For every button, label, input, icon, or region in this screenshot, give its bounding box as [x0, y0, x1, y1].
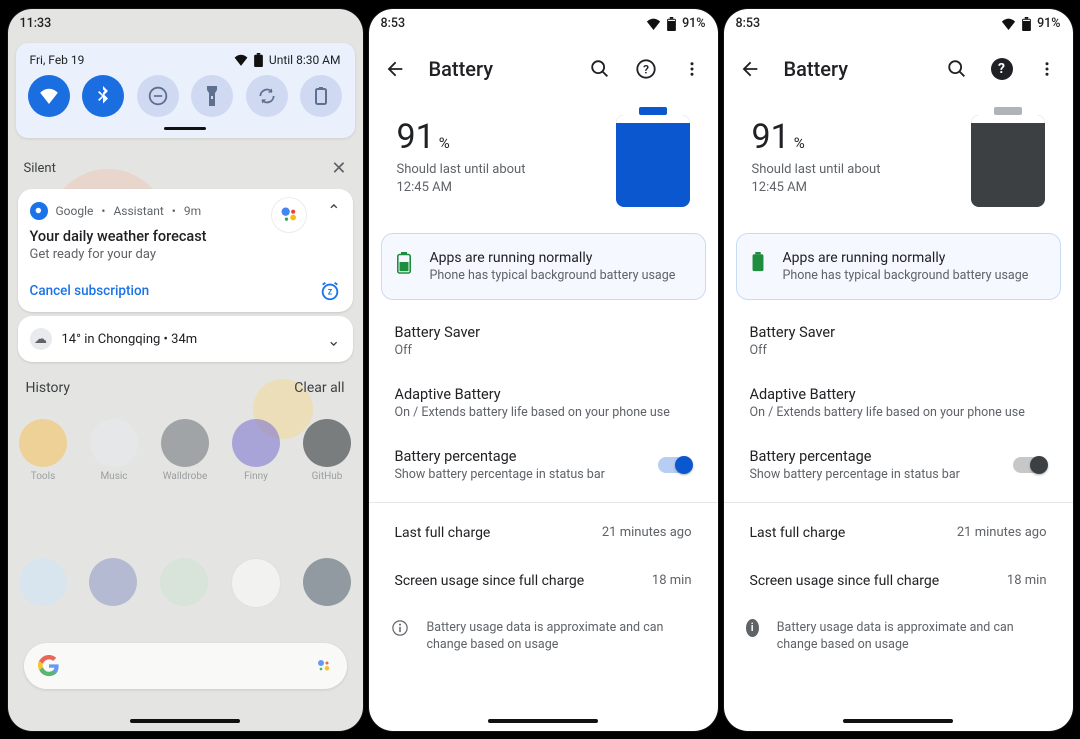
qs-until: Until 8:30 AM	[269, 53, 341, 67]
toggle-battery-percentage[interactable]	[658, 457, 692, 473]
qs-tile-dnd[interactable]	[137, 75, 179, 117]
search-icon[interactable]	[945, 57, 969, 81]
status-time: 8:53	[381, 16, 406, 31]
row-adaptive-battery[interactable]: Adaptive Battery On / Extends battery li…	[724, 372, 1073, 434]
card-sub: Phone has typical background battery usa…	[430, 268, 676, 283]
status-time: 8:53	[736, 16, 761, 31]
row-battery-percentage[interactable]: Battery percentage Show battery percenta…	[369, 434, 718, 496]
svg-text:?: ?	[643, 62, 649, 76]
row-battery-percentage[interactable]: Battery percentage Show battery percenta…	[724, 434, 1073, 496]
qs-tile-battery[interactable]	[300, 75, 342, 117]
overflow-icon[interactable]	[680, 57, 704, 81]
assistant-icon	[271, 197, 307, 233]
card-title: Apps are running normally	[430, 250, 676, 266]
qs-status-right: Until 8:30 AM	[234, 53, 341, 67]
page-title: Battery	[429, 57, 566, 81]
gesture-nav-bar[interactable]	[488, 719, 598, 723]
notif-body: Get ready for your day	[30, 247, 341, 262]
battery-icon	[254, 53, 263, 67]
row-last-full-charge: Last full charge 21 minutes ago	[369, 509, 718, 557]
battery-icon	[667, 17, 676, 31]
card-sub: Phone has typical background battery usa…	[783, 268, 1029, 283]
info-icon: i	[746, 619, 759, 637]
app-bar: Battery ?	[369, 39, 718, 99]
notif-action-cancel[interactable]: Cancel subscription	[30, 283, 150, 299]
row-adaptive-battery[interactable]: Adaptive Battery On / Extends battery li…	[369, 372, 718, 434]
search-icon[interactable]	[588, 57, 612, 81]
app-bar: Battery ?	[724, 39, 1073, 99]
battery-summary: 91% Should last until about12:45 AM	[724, 99, 1073, 233]
help-icon[interactable]: ?	[991, 58, 1013, 80]
quick-settings-panel[interactable]: Fri, Feb 19 Until 8:30 AM	[16, 43, 355, 139]
battery-ok-icon	[751, 252, 765, 272]
phone-battery-settings-dark: 8:53 91% Battery ? 91% Should last until…	[724, 9, 1073, 731]
status-pct: 91%	[682, 16, 705, 31]
qs-tile-flashlight[interactable]	[191, 75, 233, 117]
gesture-nav-bar[interactable]	[130, 719, 240, 723]
cloud-icon: ☁	[30, 328, 52, 350]
row-screen-usage: Screen usage since full charge 18 min	[724, 557, 1073, 605]
battery-large-icon	[971, 115, 1045, 207]
google-g-icon	[38, 655, 60, 677]
help-icon[interactable]: ?	[634, 57, 658, 81]
status-bar: 8:53 91%	[369, 9, 718, 39]
status-time: 11:33	[20, 16, 52, 31]
google-app-icon	[30, 202, 48, 220]
notif2-text: 14° in Chongqing • 34m	[62, 332, 198, 347]
page-title: Battery	[784, 57, 923, 81]
history-row: History Clear all	[8, 362, 363, 400]
history-label[interactable]: History	[26, 380, 71, 396]
qs-tile-bluetooth[interactable]	[82, 75, 124, 117]
row-screen-usage: Screen usage since full charge 18 min	[369, 557, 718, 605]
row-last-full-charge: Last full charge 21 minutes ago	[724, 509, 1073, 557]
notif-app: Google	[56, 204, 94, 218]
battery-pct: 91	[397, 117, 435, 157]
notification-weather-collapsed[interactable]: ☁ 14° in Chongqing • 34m ⌃	[18, 316, 353, 362]
overflow-icon[interactable]	[1035, 57, 1059, 81]
phone-battery-settings-blue: 8:53 91% Battery ? 91% Should last until…	[369, 9, 718, 731]
apps-normal-card[interactable]: Apps are running normally Phone has typi…	[381, 233, 706, 300]
qs-date: Fri, Feb 19	[30, 53, 85, 67]
notif-subapp: Assistant	[113, 204, 163, 218]
chevron-up-icon[interactable]: ⌃	[327, 201, 340, 220]
battery-icon	[1022, 17, 1031, 31]
clear-all-button[interactable]: Clear all	[294, 380, 344, 396]
back-icon[interactable]	[738, 57, 762, 81]
row-battery-saver[interactable]: Battery Saver Off	[724, 310, 1073, 372]
qs-tile-rotate[interactable]	[246, 75, 288, 117]
silent-section-header: Silent ✕	[8, 138, 363, 187]
usage-footer: Battery usage data is approximate and ca…	[369, 605, 718, 668]
apps-normal-card[interactable]: Apps are running normally Phone has typi…	[736, 233, 1061, 300]
google-search-bar[interactable]	[24, 643, 347, 689]
info-icon	[391, 619, 409, 637]
status-bar: 11:33	[8, 9, 363, 39]
row-battery-saver[interactable]: Battery Saver Off	[369, 310, 718, 372]
battery-summary: 91% Should last until about12:45 AM	[369, 99, 718, 233]
usage-footer: i Battery usage data is approximate and …	[724, 605, 1073, 668]
status-bar: 8:53 91%	[724, 9, 1073, 39]
wifi-icon	[234, 54, 248, 66]
qs-drag-handle[interactable]	[164, 127, 206, 131]
battery-pct: 91	[752, 117, 790, 157]
gesture-nav-bar[interactable]	[843, 719, 953, 723]
alarm-snooze-icon[interactable]: Z	[319, 280, 341, 302]
close-icon[interactable]: ✕	[331, 158, 346, 179]
notification-weather[interactable]: Google • Assistant • 9m ⌃ Your daily wea…	[18, 189, 353, 312]
status-pct: 91%	[1037, 16, 1060, 31]
back-icon[interactable]	[383, 57, 407, 81]
wifi-icon	[646, 18, 661, 30]
wifi-icon	[1001, 18, 1016, 30]
battery-large-icon	[616, 115, 690, 207]
chevron-down-icon[interactable]: ⌃	[327, 330, 340, 349]
toggle-battery-percentage[interactable]	[1013, 457, 1047, 473]
svg-text:Z: Z	[327, 288, 332, 297]
notif-age: 9m	[184, 204, 201, 218]
battery-ok-icon	[396, 252, 412, 274]
phone-notifications: 11:33 Fri, Feb 19 Until 8:30 AM Silent ✕	[8, 9, 363, 731]
assistant-mic-icon[interactable]	[315, 657, 333, 675]
qs-tile-wifi[interactable]	[28, 75, 70, 117]
card-title: Apps are running normally	[783, 250, 1029, 266]
silent-label: Silent	[24, 161, 56, 176]
